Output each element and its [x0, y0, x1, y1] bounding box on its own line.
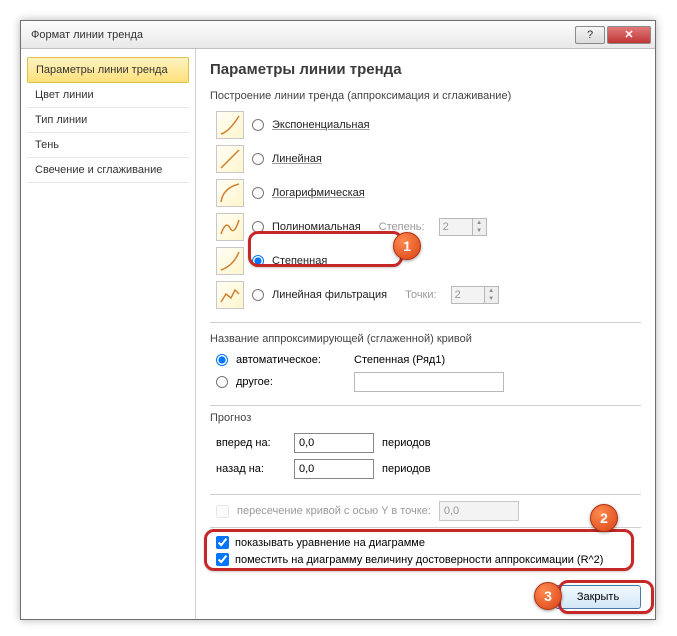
sidebar-item-trendline-options[interactable]: Параметры линии тренда [27, 57, 189, 83]
degree-input [439, 218, 473, 236]
forecast-backward-row: назад на: периодов [210, 456, 641, 482]
trend-type-group: Построение линии тренда (аппроксимация и… [210, 84, 641, 323]
logarithmic-icon [216, 179, 244, 207]
name-auto-value: Степенная (Ряд1) [354, 354, 445, 366]
degree-arrows: ▲▼ [473, 218, 487, 236]
show-r2-label: поместить на диаграмму величину достовер… [235, 554, 603, 566]
radio-polynomial[interactable] [252, 221, 264, 233]
name-group: Название аппроксимирующей (сглаженной) к… [210, 329, 641, 406]
type-row-linear: Линейная [210, 142, 641, 176]
name-row-other: другое: [210, 369, 641, 395]
titlebar: Формат линии тренда ? ✕ [21, 21, 655, 49]
intercept-label: пересечение кривой с осью Y в точке: [237, 505, 431, 517]
dialog-title: Формат линии тренда [31, 29, 573, 41]
radio-name-other[interactable] [216, 376, 228, 388]
sidebar-item-line-type[interactable]: Тип линии [27, 108, 189, 133]
radio-linear[interactable] [252, 153, 264, 165]
panel-heading: Параметры линии тренда [210, 61, 641, 78]
power-icon [216, 247, 244, 275]
show-r2-checkbox[interactable] [216, 553, 229, 566]
linear-icon [216, 145, 244, 173]
radio-power[interactable] [252, 255, 264, 267]
degree-spinner: ▲▼ [439, 218, 487, 236]
intercept-row: пересечение кривой с осью Y в точке: [210, 495, 641, 528]
show-equation-label: показывать уравнение на диаграмме [235, 537, 425, 549]
points-label: Точки: [405, 289, 436, 301]
label-name-other: другое: [236, 376, 346, 388]
sidebar-item-line-color[interactable]: Цвет линии [27, 83, 189, 108]
forward-label: вперед на: [216, 437, 286, 449]
backward-label: назад на: [216, 463, 286, 475]
backward-units: периодов [382, 463, 431, 475]
display-options: показывать уравнение на диаграмме помест… [210, 528, 641, 574]
window-close-button[interactable]: ✕ [607, 26, 651, 44]
name-group-title: Название аппроксимирующей (сглаженной) к… [210, 333, 641, 345]
forward-units: периодов [382, 437, 431, 449]
radio-moving-avg[interactable] [252, 289, 264, 301]
type-row-exponential: Экспоненциальная [210, 108, 641, 142]
forecast-group-title: Прогноз [210, 412, 641, 424]
sidebar: Параметры линии тренда Цвет линии Тип ли… [21, 49, 196, 619]
name-other-input[interactable] [354, 372, 504, 392]
radio-exponential[interactable] [252, 119, 264, 131]
show-equation-row: показывать уравнение на диаграмме [216, 534, 635, 551]
main-panel: Параметры линии тренда Построение линии … [196, 49, 655, 619]
forward-input[interactable] [294, 433, 374, 453]
backward-input[interactable] [294, 459, 374, 479]
label-moving-avg: Линейная фильтрация [272, 289, 387, 301]
show-equation-checkbox[interactable] [216, 536, 229, 549]
intercept-checkbox [216, 505, 229, 518]
radio-name-auto[interactable] [216, 354, 228, 366]
radio-logarithmic[interactable] [252, 187, 264, 199]
exponential-icon [216, 111, 244, 139]
label-polynomial: Полиномиальная [272, 221, 361, 233]
label-power: Степенная [272, 255, 327, 267]
footer: Закрыть [555, 585, 641, 609]
close-button[interactable]: Закрыть [555, 585, 641, 609]
degree-label: Степень: [379, 221, 425, 233]
moving-avg-icon [216, 281, 244, 309]
type-row-logarithmic: Логарифмическая [210, 176, 641, 210]
forecast-forward-row: вперед на: периодов [210, 430, 641, 456]
show-r2-row: поместить на диаграмму величину достовер… [216, 551, 635, 568]
help-button[interactable]: ? [575, 26, 605, 44]
polynomial-icon [216, 213, 244, 241]
label-name-auto: автоматическое: [236, 354, 346, 366]
points-arrows: ▲▼ [485, 286, 499, 304]
type-row-power: Степенная [210, 244, 641, 278]
trendline-format-dialog: Формат линии тренда ? ✕ Параметры линии … [20, 20, 656, 620]
name-row-auto: автоматическое: Степенная (Ряд1) [210, 351, 641, 369]
label-linear: Линейная [272, 153, 322, 165]
forecast-group: Прогноз вперед на: периодов назад на: пе… [210, 406, 641, 495]
type-row-polynomial: Полиномиальная Степень: ▲▼ [210, 210, 641, 244]
points-spinner: ▲▼ [451, 286, 499, 304]
trend-type-group-title: Построение линии тренда (аппроксимация и… [210, 90, 641, 102]
sidebar-item-shadow[interactable]: Тень [27, 133, 189, 158]
points-input [451, 286, 485, 304]
intercept-input [439, 501, 519, 521]
dialog-body: Параметры линии тренда Цвет линии Тип ли… [21, 49, 655, 619]
label-logarithmic: Логарифмическая [272, 187, 365, 199]
sidebar-item-glow[interactable]: Свечение и сглаживание [27, 158, 189, 183]
label-exponential: Экспоненциальная [272, 119, 370, 131]
type-row-moving-avg: Линейная фильтрация Точки: ▲▼ [210, 278, 641, 312]
